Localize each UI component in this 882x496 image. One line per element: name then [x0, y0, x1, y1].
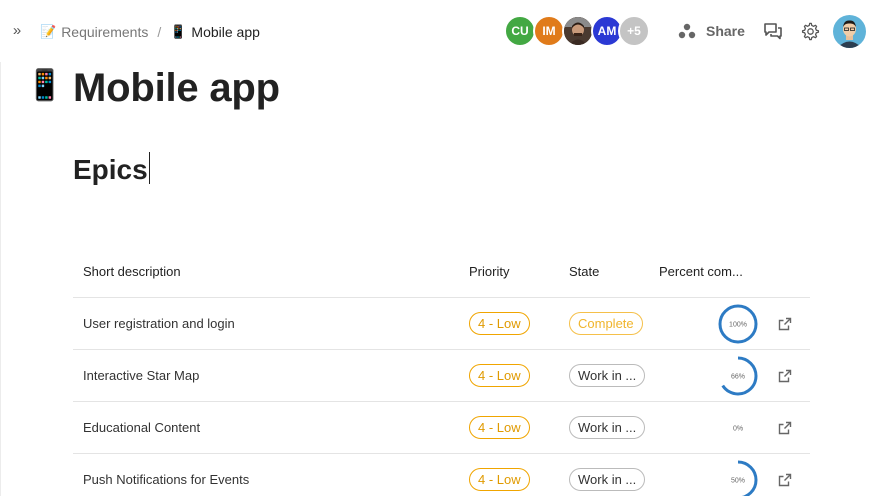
cell-percent-complete: 66%: [649, 355, 759, 397]
cell-priority: 4 - Low: [459, 416, 559, 439]
section-heading-text: Epics: [73, 154, 148, 185]
column-header-percent-complete[interactable]: Percent com...: [649, 264, 759, 279]
progress-ring: 100%: [718, 304, 758, 343]
cell-state: Work in ...: [559, 416, 649, 439]
user-avatar[interactable]: [833, 15, 866, 48]
progress-ring: 50%: [718, 460, 758, 496]
settings-button[interactable]: [799, 20, 821, 42]
open-record-button[interactable]: [759, 369, 810, 383]
state-badge[interactable]: Work in ...: [569, 468, 646, 491]
priority-badge[interactable]: 4 - Low: [469, 312, 530, 335]
cell-percent-complete: 0%: [649, 407, 759, 449]
share-label: Share: [706, 23, 745, 39]
open-external-icon: [778, 369, 791, 382]
table-row[interactable]: Educational Content 4 - Low Work in ... 0%: [73, 402, 810, 454]
breadcrumb-separator: /: [157, 24, 162, 40]
avatar-photo[interactable]: [562, 15, 594, 47]
progress-ring: 66%: [718, 356, 758, 395]
avatar-overflow[interactable]: +5: [618, 15, 650, 47]
open-record-button[interactable]: [759, 421, 810, 435]
table-row[interactable]: Interactive Star Map 4 - Low Work in ... 66…: [73, 350, 810, 402]
breadcrumb: 📝 Requirements / 📱 Mobile app: [40, 22, 260, 42]
sidebar-edge: [0, 62, 1, 496]
cell-priority: 4 - Low: [459, 468, 559, 491]
cell-percent-complete: 100%: [649, 303, 759, 345]
avatar-cu[interactable]: CU: [504, 15, 536, 47]
share-button[interactable]: Share: [678, 21, 745, 41]
cell-percent-complete: 50%: [649, 459, 759, 496]
table-row[interactable]: User registration and login 4 - Low Comple…: [73, 298, 810, 350]
memo-emoji-icon: 📝: [40, 24, 57, 39]
progress-ring: 0%: [733, 425, 743, 432]
comments-button[interactable]: [762, 20, 784, 42]
cell-priority: 4 - Low: [459, 312, 559, 335]
settings-icon: [801, 22, 819, 40]
breadcrumb-parent[interactable]: 📝 Requirements: [40, 24, 148, 40]
open-external-icon: [778, 317, 791, 330]
progress-label: 50%: [731, 477, 745, 484]
comments-icon: [764, 23, 782, 40]
state-badge[interactable]: Complete: [569, 312, 643, 335]
expand-sidebar-icon[interactable]: »: [8, 22, 26, 40]
breadcrumb-parent-label: Requirements: [61, 24, 149, 40]
priority-badge[interactable]: 4 - Low: [469, 416, 530, 439]
share-icon: [678, 23, 696, 39]
cell-state: Work in ...: [559, 468, 649, 491]
column-header-state[interactable]: State: [559, 264, 649, 279]
avatar-initials: IM: [542, 24, 556, 38]
user-photo-icon: [833, 15, 866, 48]
breadcrumb-current[interactable]: 📱 Mobile app: [170, 24, 260, 40]
cell-state: Work in ...: [559, 364, 649, 387]
progress-label: 100%: [729, 321, 747, 328]
section-heading[interactable]: Epics: [73, 152, 150, 188]
avatar-initials: AM: [597, 24, 617, 38]
avatar-im[interactable]: IM: [533, 15, 565, 47]
priority-badge[interactable]: 4 - Low: [469, 468, 530, 491]
epics-table: Short description Priority State Percent…: [73, 246, 810, 496]
column-header-priority[interactable]: Priority: [459, 264, 559, 279]
cell-short-description[interactable]: Push Notifications for Events: [73, 472, 459, 487]
page-title[interactable]: Mobile app: [73, 64, 280, 112]
avatar-overflow-count: +5: [627, 24, 641, 38]
breadcrumb-current-label: Mobile app: [191, 24, 260, 40]
open-external-icon: [778, 421, 791, 434]
state-badge[interactable]: Work in ...: [569, 364, 646, 387]
table-header: Short description Priority State Percent…: [73, 246, 810, 298]
person-photo-icon: [564, 17, 592, 45]
top-bar: » 📝 Requirements / 📱 Mobile app CU IM AM…: [0, 0, 882, 62]
progress-label: 66%: [731, 373, 745, 380]
column-header-short-description[interactable]: Short description: [73, 264, 459, 279]
page-emoji-icon[interactable]: 📱: [26, 68, 63, 104]
table-row[interactable]: Push Notifications for Events 4 - Low Work…: [73, 454, 810, 496]
open-record-button[interactable]: [759, 317, 810, 331]
open-external-icon: [778, 473, 791, 486]
cell-short-description[interactable]: Interactive Star Map: [73, 368, 459, 383]
priority-badge[interactable]: 4 - Low: [469, 364, 530, 387]
cell-short-description[interactable]: User registration and login: [73, 316, 459, 331]
progress-label: 0%: [733, 425, 743, 432]
table-body: User registration and login 4 - Low Comple…: [73, 298, 810, 496]
open-record-button[interactable]: [759, 473, 810, 487]
mobile-phone-emoji-icon: 📱: [170, 24, 187, 39]
cell-priority: 4 - Low: [459, 364, 559, 387]
state-badge[interactable]: Work in ...: [569, 416, 646, 439]
cell-state: Complete: [559, 312, 649, 335]
text-cursor: [148, 152, 150, 184]
avatar-initials: CU: [511, 24, 529, 38]
cell-short-description[interactable]: Educational Content: [73, 420, 459, 435]
